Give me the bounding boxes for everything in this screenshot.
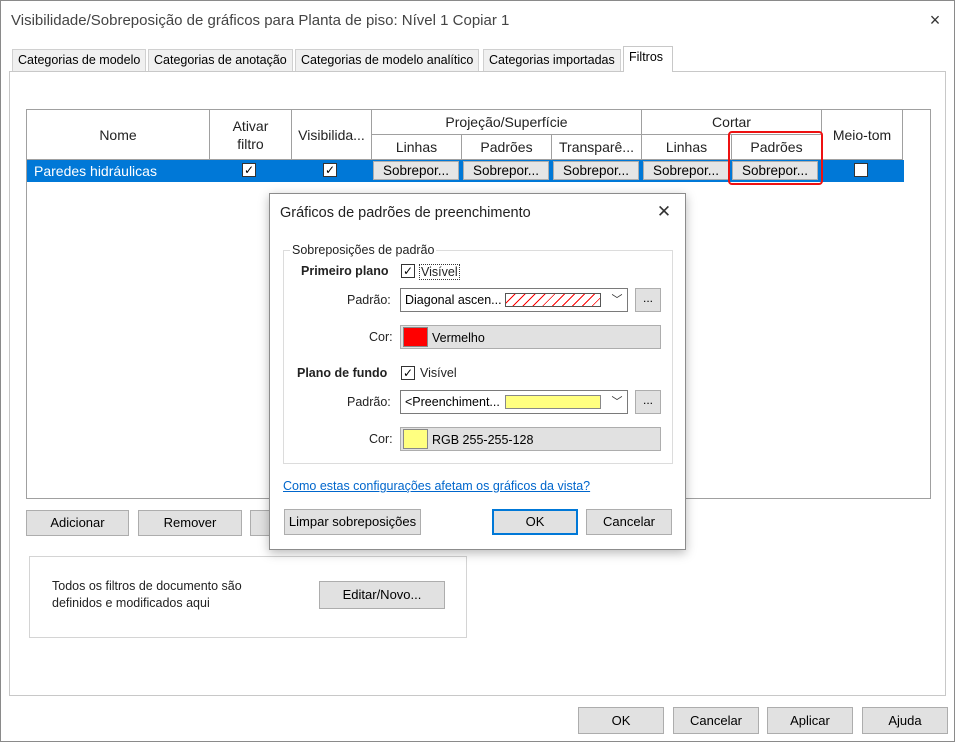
visibilidade-checkbox[interactable]: ✓ <box>323 163 337 177</box>
solid-fill-preview <box>505 395 601 409</box>
tab-filtros[interactable]: Filtros <box>623 46 673 72</box>
info-box: Todos os filtros de documento são defini… <box>29 556 467 638</box>
foreground-pattern-select[interactable]: Diagonal ascen... ﹀ <box>400 288 628 312</box>
info-text-line-2: definidos e modificados aqui <box>52 596 210 610</box>
check-icon: ✓ <box>402 366 414 380</box>
foreground-label: Primeiro plano <box>301 264 389 278</box>
col-header-proj-linhas[interactable]: Linhas <box>372 135 462 160</box>
tab-categorias-anotacao[interactable]: Categorias de anotação <box>148 49 293 71</box>
col-header-transparencia[interactable]: Transparê... <box>552 135 642 160</box>
window-title: Visibilidade/Sobreposição de gráficos pa… <box>11 12 510 29</box>
ativar-filtro-checkbox[interactable]: ✓ <box>242 163 256 177</box>
dialog-title: Gráficos de padrões de preenchimento <box>280 205 531 221</box>
group-title: Sobreposições de padrão <box>290 243 437 257</box>
apply-button[interactable]: Aplicar <box>767 707 853 734</box>
fill-pattern-dialog: Gráficos de padrões de preenchimento ✕ S… <box>269 193 686 550</box>
check-icon: ✓ <box>324 163 336 177</box>
background-visible-checkbox[interactable]: ✓ <box>401 366 415 380</box>
cancel-button[interactable]: Cancelar <box>673 707 759 734</box>
col-header-meio-tom[interactable]: Meio-tom <box>822 110 903 160</box>
help-button[interactable]: Ajuda <box>862 707 948 734</box>
foreground-color-name: Vermelho <box>432 331 485 345</box>
info-text-line-1: Todos os filtros de documento são <box>52 579 242 593</box>
col-header-nome[interactable]: Nome <box>27 110 210 160</box>
col-header-projecao: Projeção/Superfície <box>372 110 642 135</box>
col-header-proj-padroes[interactable]: Padrões <box>462 135 552 160</box>
tab-categorias-importadas[interactable]: Categorias importadas <box>483 49 621 71</box>
yellow-color-swatch <box>403 429 428 449</box>
proj-linhas-override-button[interactable]: Sobrepor... <box>373 161 459 180</box>
background-pattern-value: <Preenchiment... <box>405 395 500 409</box>
foreground-pattern-browse-button[interactable]: ... <box>635 288 661 312</box>
foreground-color-label: Cor: <box>369 330 393 344</box>
tab-categorias-modelo-analitico[interactable]: Categorias de modelo analítico <box>295 49 480 71</box>
chevron-down-icon: ﹀ <box>611 294 623 306</box>
foreground-color-button[interactable]: Vermelho <box>400 325 661 349</box>
foreground-visible-checkbox[interactable]: ✓ <box>401 264 415 278</box>
meio-tom-checkbox[interactable] <box>854 163 868 177</box>
tab-categorias-modelo[interactable]: Categorias de modelo <box>12 49 147 71</box>
close-icon[interactable]: × <box>925 10 945 30</box>
clear-overrides-button[interactable]: Limpar sobreposições <box>284 509 421 535</box>
foreground-pattern-value: Diagonal ascen... <box>405 293 502 307</box>
col-header-visibilidade[interactable]: Visibilida... <box>292 110 372 160</box>
background-pattern-browse-button[interactable]: ... <box>635 390 661 414</box>
background-visible-label[interactable]: Visível <box>420 366 457 380</box>
cortar-linhas-override-button[interactable]: Sobrepor... <box>643 161 729 180</box>
background-pattern-label: Padrão: <box>347 395 391 409</box>
close-icon[interactable]: ✕ <box>654 202 674 222</box>
foreground-visible-label[interactable]: Visível <box>419 264 460 280</box>
highlight-box <box>728 131 823 185</box>
foreground-pattern-label: Padrão: <box>347 293 391 307</box>
dialog-ok-button[interactable]: OK <box>492 509 578 535</box>
red-color-swatch <box>403 327 428 347</box>
background-color-name: RGB 255-255-128 <box>432 433 534 447</box>
col-header-ativar-filtro[interactable]: Ativar filtro <box>210 110 292 160</box>
col-header-cortar-linhas[interactable]: Linhas <box>642 135 732 160</box>
help-link[interactable]: Como estas configurações afetam os gráfi… <box>283 479 590 493</box>
ok-button[interactable]: OK <box>578 707 664 734</box>
background-color-label: Cor: <box>369 432 393 446</box>
background-color-button[interactable]: RGB 255-255-128 <box>400 427 661 451</box>
proj-padroes-override-button[interactable]: Sobrepor... <box>463 161 549 180</box>
editar-novo-button[interactable]: Editar/Novo... <box>319 581 445 609</box>
transparencia-override-button[interactable]: Sobrepor... <box>553 161 639 180</box>
title-bar: Visibilidade/Sobreposição de gráficos pa… <box>1 1 954 41</box>
diagonal-pattern-preview <box>505 293 601 307</box>
background-pattern-select[interactable]: <Preenchiment... ﹀ <box>400 390 628 414</box>
check-icon: ✓ <box>402 264 414 278</box>
dialog-cancel-button[interactable]: Cancelar <box>586 509 672 535</box>
chevron-down-icon: ﹀ <box>611 396 623 408</box>
row-name-paredes[interactable]: Paredes hidráulicas <box>34 163 157 179</box>
check-icon: ✓ <box>243 163 255 177</box>
background-label: Plano de fundo <box>297 366 388 380</box>
adicionar-button[interactable]: Adicionar <box>26 510 129 536</box>
remover-button[interactable]: Remover <box>138 510 242 536</box>
